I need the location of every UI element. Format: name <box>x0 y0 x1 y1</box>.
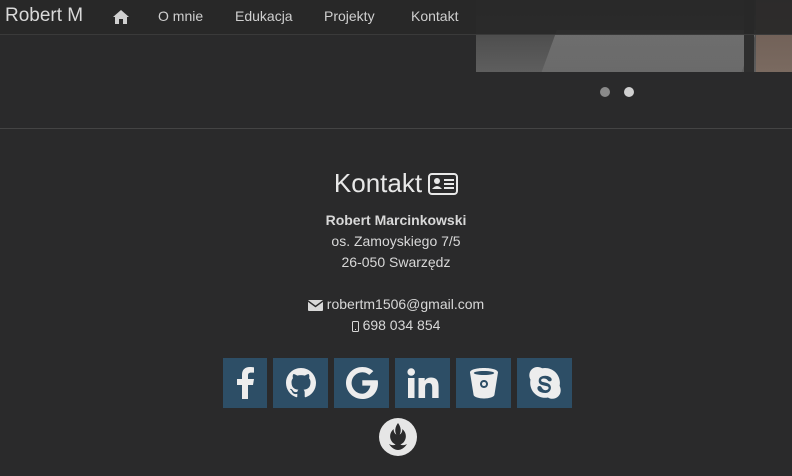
contact-phone-row: 698 034 854 <box>0 317 792 333</box>
section-divider <box>0 128 792 129</box>
contact-heading: Kontakt <box>0 168 792 199</box>
nav-projects[interactable]: Projekty <box>324 8 375 24</box>
bitbucket-icon <box>469 368 498 399</box>
contact-address-line2: 26-050 Swarzędz <box>341 254 451 270</box>
carousel-dot-1[interactable] <box>600 87 610 97</box>
nav-education[interactable]: Edukacja <box>235 8 293 24</box>
laptop-photo <box>535 30 757 72</box>
contact-address-line1: os. Zamoyskiego 7/5 <box>331 233 461 249</box>
contact-name: Robert Marcinkowski <box>325 212 467 228</box>
github-icon <box>285 368 316 398</box>
social-links <box>223 358 572 408</box>
contact-email-row: robertm1506@gmail.com <box>0 296 792 312</box>
home-icon[interactable] <box>113 9 129 24</box>
google-icon <box>345 367 378 399</box>
google-button[interactable] <box>334 358 389 408</box>
github-button[interactable] <box>273 358 328 408</box>
envelope-icon <box>307 296 327 312</box>
bitbucket-button[interactable] <box>456 358 511 408</box>
contact-email-link[interactable]: robertm1506@gmail.com <box>327 296 484 312</box>
linkedin-button[interactable] <box>395 358 450 408</box>
navbar: Robert M O mnie Edukacja Projekty Kontak… <box>0 0 792 35</box>
facebook-icon <box>237 367 254 399</box>
carousel-indicators <box>600 87 634 97</box>
nav-about[interactable]: O mnie <box>158 8 203 24</box>
linkedin-icon <box>406 368 439 398</box>
mobile-phone-icon <box>351 317 363 333</box>
skype-icon <box>528 367 561 399</box>
contact-title: Kontakt <box>333 168 423 198</box>
id-card-icon <box>422 168 459 198</box>
skype-button[interactable] <box>517 358 572 408</box>
brand-link[interactable]: Robert M <box>5 5 83 27</box>
rebel-alliance-icon <box>379 418 417 456</box>
facebook-button[interactable] <box>223 358 267 408</box>
nav-contact[interactable]: Kontakt <box>411 8 458 24</box>
contact-phone: 698 034 854 <box>362 317 441 333</box>
carousel-dot-2[interactable] <box>624 87 634 97</box>
